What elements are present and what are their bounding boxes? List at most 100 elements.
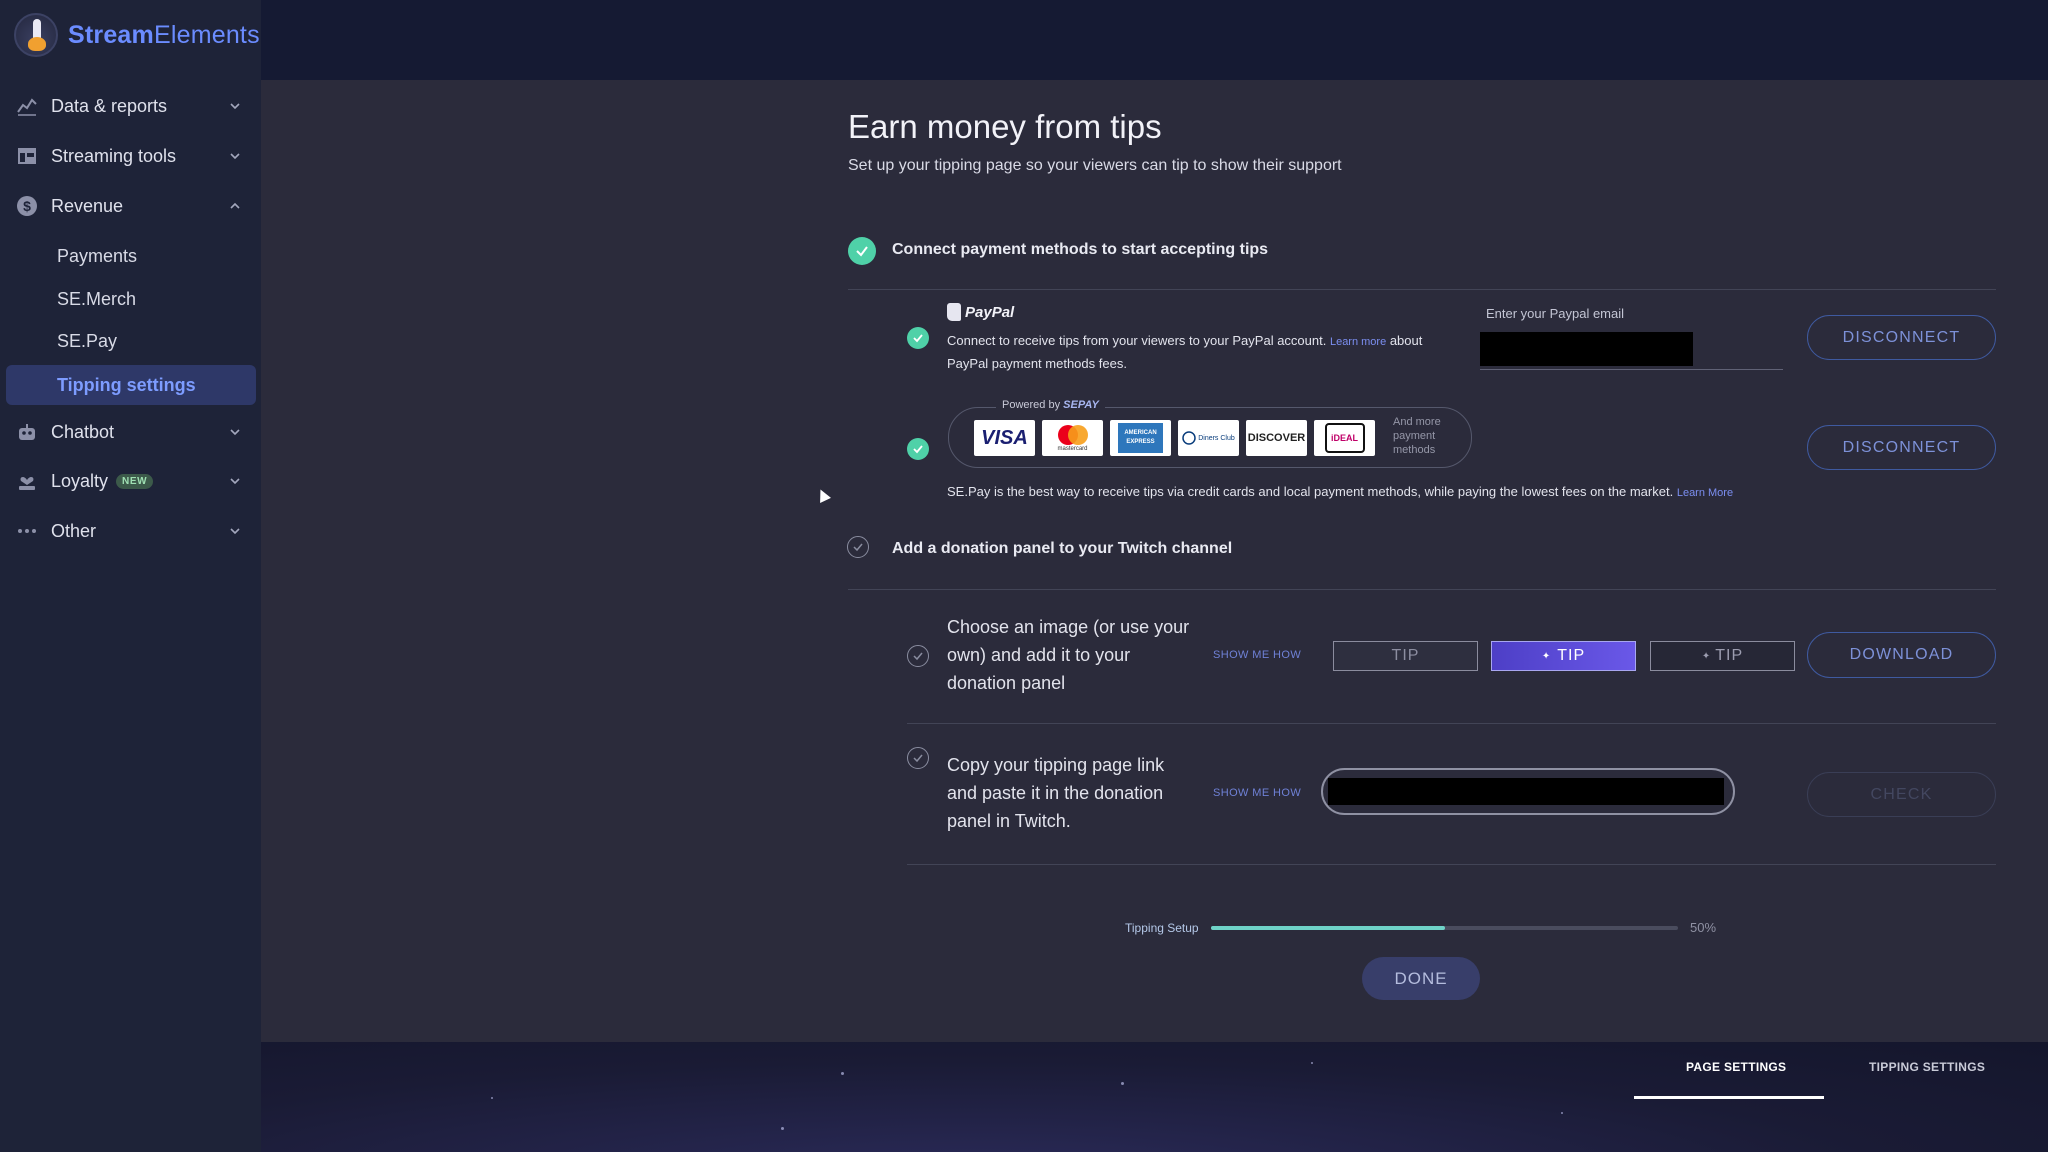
sidebar-subitem-se-merch[interactable]: SE.Merch xyxy=(0,279,261,319)
chevron-down-icon xyxy=(230,528,240,535)
sepay-description: SE.Pay is the best way to receive tips v… xyxy=(947,481,1807,504)
chart-icon xyxy=(16,95,38,117)
new-badge: NEW xyxy=(116,473,154,489)
tab-page-settings[interactable]: PAGE SETTINGS xyxy=(1686,1060,1786,1074)
progress-fill xyxy=(1211,926,1445,930)
rocket-logo-icon xyxy=(14,13,58,57)
sepay-learn-more-link[interactable]: Learn More xyxy=(1677,487,1733,499)
sidebar-item-label: Data & reports xyxy=(51,95,168,116)
sepay-brand: SEPAY xyxy=(1063,399,1099,411)
sidebar-item-label: Chatbot xyxy=(51,421,115,442)
top-bar xyxy=(261,0,2048,80)
heart-hand-icon xyxy=(16,470,38,492)
sparkle-icon: ✦ xyxy=(1701,650,1712,662)
visa-card-label: VISA xyxy=(981,426,1028,449)
discover-card-label: DISCOVER xyxy=(1247,432,1306,444)
tip-image-option-2[interactable]: ✦ TIP xyxy=(1491,641,1636,671)
progress-bar xyxy=(1211,926,1678,930)
sidebar-item-data-reports[interactable]: Data & reports xyxy=(0,84,261,128)
sidebar-item-label: Revenue xyxy=(51,195,124,216)
paypal-email-underline xyxy=(1480,369,1783,370)
sidebar: StreamElements Data & reports Streaming … xyxy=(0,0,261,1152)
link-show-me-how-link[interactable]: SHOW ME HOW xyxy=(1213,787,1301,799)
divider xyxy=(848,289,1996,290)
paypal-desc-text: Connect to receive tips from your viewer… xyxy=(947,333,1330,348)
paypal-brand: PayPal xyxy=(965,303,1015,321)
chevron-down-icon xyxy=(230,153,240,160)
sidebar-subitem-payments[interactable]: Payments xyxy=(0,236,261,276)
main-content xyxy=(261,80,2048,1042)
ideal-card-label: iDEAL xyxy=(1324,423,1365,453)
sidebar-item-label: Streaming tools xyxy=(51,145,177,166)
check-button[interactable]: CHECK xyxy=(1807,772,1996,817)
paypal-description: Connect to receive tips from your viewer… xyxy=(947,330,1467,374)
download-button[interactable]: DOWNLOAD xyxy=(1807,632,1996,678)
step1-title: Connect payment methods to start accepti… xyxy=(892,241,1269,258)
powered-by-text: Powered by xyxy=(1002,399,1061,411)
tip-image-option-3[interactable]: ✦ TIP xyxy=(1650,641,1795,671)
diners-club-card-icon: Diners Club xyxy=(1178,420,1239,456)
page-subtitle: Set up your tipping page so your viewers… xyxy=(848,157,1342,174)
chevron-up-icon xyxy=(230,202,240,209)
chevron-down-icon xyxy=(230,429,240,436)
brand-name-part2: Elements xyxy=(153,20,260,49)
progress-percent: 50% xyxy=(1690,920,1717,935)
more-payment-methods: And more payment methods xyxy=(1393,416,1441,456)
step2-title: Add a donation panel to your Twitch chan… xyxy=(892,540,1233,557)
chevron-down-icon xyxy=(230,478,240,485)
dollar-icon: $ xyxy=(16,195,38,217)
mouse-cursor-icon xyxy=(815,487,831,503)
brand-logo[interactable]: StreamElements xyxy=(14,12,260,58)
tip-image-label: TIP xyxy=(1391,647,1420,664)
brand-name: StreamElements xyxy=(68,21,260,50)
paypal-email-label: Enter your Paypal email xyxy=(1486,306,1625,321)
more-dots-icon xyxy=(16,520,38,542)
image-step-incomplete-icon xyxy=(907,645,929,667)
amex-card-icon: AMERICAN EXPRESS xyxy=(1110,420,1171,456)
sepay-desc-text: SE.Pay is the best way to receive tips v… xyxy=(947,484,1674,499)
amex-card-label: AMERICAN EXPRESS xyxy=(1118,423,1163,453)
sepay-connected-icon xyxy=(907,438,929,460)
tab-tipping-settings[interactable]: TIPPING SETTINGS xyxy=(1869,1060,1985,1074)
image-step-text: Choose an image (or use your own) and ad… xyxy=(947,617,1190,693)
sidebar-item-label: Loyalty xyxy=(51,470,109,491)
chevron-down-icon xyxy=(230,103,240,110)
divider xyxy=(907,864,1996,865)
tip-image-option-1[interactable]: TIP xyxy=(1333,641,1478,671)
sidebar-item-streaming-tools[interactable]: Streaming tools xyxy=(0,134,261,178)
link-step-incomplete-icon xyxy=(907,747,929,769)
done-button[interactable]: DONE xyxy=(1362,957,1480,1000)
brand-name-part1: Stream xyxy=(68,20,154,49)
paypal-learn-more-link[interactable]: Learn more xyxy=(1330,336,1386,348)
divider xyxy=(907,723,1996,724)
tip-image-label: TIP xyxy=(1557,647,1586,664)
active-tab-indicator xyxy=(1634,1096,1824,1099)
mastercard-card-icon: mastercard xyxy=(1042,420,1103,456)
paypal-icon xyxy=(947,303,961,321)
sidebar-subitem-tipping-settings[interactable]: Tipping settings xyxy=(6,365,256,405)
sidebar-subitem-se-pay[interactable]: SE.Pay xyxy=(0,321,261,361)
paypal-email-field[interactable] xyxy=(1480,332,1693,366)
robot-icon xyxy=(16,421,38,443)
svg-text:$: $ xyxy=(23,198,31,214)
ideal-card-icon: iDEAL xyxy=(1314,420,1375,456)
image-show-me-how-link[interactable]: SHOW ME HOW xyxy=(1213,649,1301,661)
paypal-connected-icon xyxy=(907,327,929,349)
page-title: Earn money from tips xyxy=(848,108,1162,145)
step-incomplete-icon xyxy=(847,536,869,558)
link-step-text: Copy your tipping page link and paste it… xyxy=(947,755,1165,831)
tipping-link-field[interactable] xyxy=(1321,768,1735,815)
layout-icon xyxy=(16,145,38,167)
sepay-disconnect-button[interactable]: DISCONNECT xyxy=(1807,425,1996,470)
step-complete-icon xyxy=(848,237,876,265)
sidebar-item-loyalty[interactable]: Loyalty NEW xyxy=(0,459,261,503)
discover-card-icon: DISCOVER xyxy=(1246,420,1307,456)
sidebar-item-chatbot[interactable]: Chatbot xyxy=(0,410,261,454)
powered-by-sepay: Powered by SEPAY xyxy=(996,399,1105,411)
mastercard-card-label: mastercard xyxy=(1057,446,1088,452)
sidebar-item-revenue[interactable]: $ Revenue xyxy=(0,184,261,228)
visa-card-icon: VISA xyxy=(974,420,1035,456)
paypal-disconnect-button[interactable]: DISCONNECT xyxy=(1807,315,1996,360)
sidebar-item-other[interactable]: Other xyxy=(0,509,261,553)
tip-image-label: TIP xyxy=(1715,647,1744,664)
